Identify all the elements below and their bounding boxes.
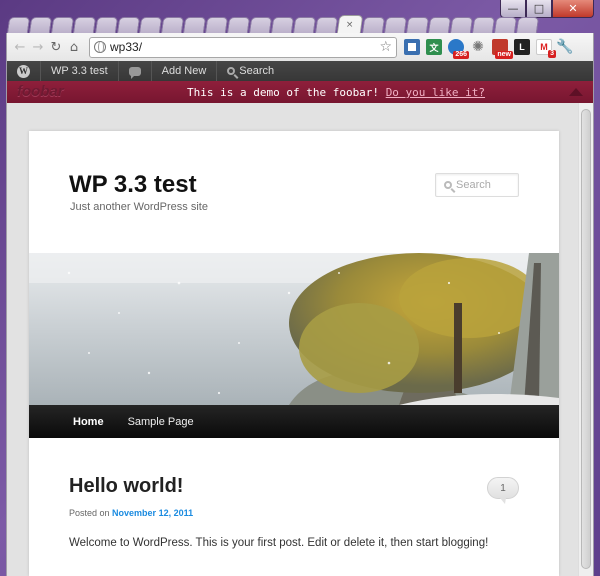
- browser-tab[interactable]: [182, 17, 207, 34]
- gmail-extension-icon[interactable]: M 3: [536, 39, 556, 58]
- foobar-collapse-arrow-icon[interactable]: [569, 88, 583, 96]
- admin-bar-search-label: Search: [239, 65, 275, 77]
- search-icon: [227, 67, 236, 75]
- browser-tab[interactable]: [160, 17, 185, 34]
- site-search-placeholder: Search: [456, 179, 491, 191]
- browser-tab[interactable]: [314, 17, 339, 34]
- back-arrow-icon[interactable]: ←: [11, 38, 29, 56]
- active-browser-tab[interactable]: ×: [336, 15, 364, 34]
- header-image: [29, 253, 559, 405]
- admin-bar-comments[interactable]: [119, 61, 152, 81]
- browser-tab[interactable]: [94, 17, 119, 34]
- admin-bar-search[interactable]: Search: [217, 61, 284, 81]
- home-icon[interactable]: ⌂: [65, 38, 83, 56]
- browser-tab[interactable]: [270, 17, 295, 34]
- post-content: Welcome to WordPress. This is your first…: [69, 537, 489, 549]
- post-title[interactable]: Hello world!: [69, 475, 183, 498]
- foobar-link[interactable]: Do you like it?: [386, 86, 485, 99]
- header-image-graphic: [29, 253, 559, 405]
- browser-tab[interactable]: [383, 17, 408, 34]
- gmail-badge: 3: [548, 50, 556, 58]
- site-description: Just another WordPress site: [70, 201, 208, 213]
- site-search-input[interactable]: Search: [435, 173, 519, 197]
- wrench-menu-icon[interactable]: 🔧: [556, 39, 573, 55]
- browser-tab[interactable]: [116, 17, 141, 34]
- browser-tab[interactable]: [6, 17, 31, 34]
- reload-icon[interactable]: ↻: [47, 38, 65, 56]
- browser-tab[interactable]: [248, 17, 273, 34]
- foobar-message: This is a demo of the foobar!: [187, 86, 380, 99]
- wp-admin-bar: W WP 3.3 test Add New Search: [6, 61, 594, 81]
- main-nav: Home Sample Page: [29, 405, 559, 438]
- tab-close-icon[interactable]: ×: [346, 20, 354, 30]
- site-page: WP 3.3 test Just another WordPress site …: [29, 131, 559, 576]
- browser-tab[interactable]: [361, 17, 386, 34]
- browser-tab[interactable]: [50, 17, 75, 34]
- browser-tab[interactable]: [72, 17, 97, 34]
- search-icon: [444, 181, 452, 189]
- browser-tab[interactable]: [427, 17, 452, 34]
- translate-extension-icon[interactable]: 文: [426, 39, 442, 55]
- reader-extension-icon[interactable]: 266: [448, 39, 469, 59]
- vertical-scrollbar[interactable]: [578, 103, 593, 576]
- news-badge: new: [495, 51, 513, 59]
- news-extension-icon[interactable]: new: [492, 39, 513, 59]
- post-meta: Posted on November 12, 2011: [69, 508, 193, 518]
- browser-tab[interactable]: [28, 17, 53, 34]
- browser-tab[interactable]: [471, 17, 496, 34]
- tab-strip: ×: [6, 14, 592, 34]
- address-bar[interactable]: wp33/ ☆: [89, 36, 397, 58]
- browser-tab[interactable]: [226, 17, 251, 34]
- wp-logo-menu[interactable]: W: [7, 61, 41, 81]
- browser-tab[interactable]: [515, 17, 540, 34]
- comment-count-bubble[interactable]: 1: [487, 477, 519, 504]
- foobar-message-wrap: This is a demo of the foobar! Do you lik…: [187, 86, 485, 99]
- url-text[interactable]: wp33/: [110, 40, 379, 54]
- site-title[interactable]: WP 3.3 test: [69, 171, 197, 199]
- browser-tab[interactable]: [138, 17, 163, 34]
- nav-item-home[interactable]: Home: [61, 405, 116, 438]
- wordpress-logo-icon: W: [17, 64, 30, 78]
- browser-tab[interactable]: [405, 17, 430, 34]
- browser-toolbar: ← → ↻ ⌂ wp33/ ☆ 文 266 ✺ new L M 3 🔧: [6, 33, 594, 61]
- browser-tab[interactable]: [449, 17, 474, 34]
- browser-tab[interactable]: [292, 17, 317, 34]
- forward-arrow-icon[interactable]: →: [29, 38, 47, 56]
- extension-icons: 文 266 ✺ new L M 3: [401, 39, 556, 59]
- tiles-extension-icon[interactable]: [404, 39, 420, 55]
- posted-on-label: Posted on: [69, 508, 110, 518]
- admin-bar-site-name[interactable]: WP 3.3 test: [41, 61, 119, 81]
- foobar-logo: foobar: [17, 83, 64, 100]
- page-viewport: WP 3.3 test Just another WordPress site …: [6, 103, 594, 576]
- browser-tab[interactable]: [493, 17, 518, 34]
- admin-bar-add-new[interactable]: Add New: [152, 61, 218, 81]
- lastpass-extension-icon[interactable]: L: [514, 39, 530, 55]
- scrollbar-thumb[interactable]: [581, 109, 591, 569]
- nav-item-sample-page[interactable]: Sample Page: [116, 405, 206, 438]
- post-date-link[interactable]: November 12, 2011: [112, 508, 193, 518]
- gear-extension-icon[interactable]: ✺: [470, 39, 486, 55]
- reader-badge: 266: [453, 51, 469, 59]
- foobar-notification: foobar This is a demo of the foobar! Do …: [6, 81, 594, 103]
- browser-tab[interactable]: [204, 17, 229, 34]
- bookmark-star-icon[interactable]: ☆: [379, 39, 392, 55]
- globe-icon: [94, 41, 106, 53]
- comment-bubble-icon: [128, 66, 141, 79]
